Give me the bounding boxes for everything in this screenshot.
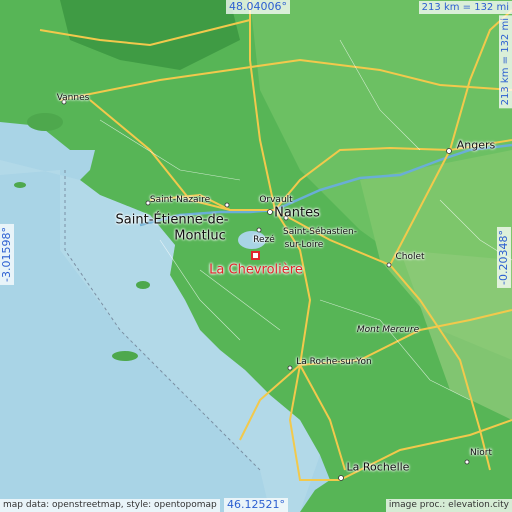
terrain-layer: [0, 0, 512, 512]
place-la-roche-sur-yon: La Roche-sur-Yon: [296, 357, 372, 367]
location-marker-icon: [251, 251, 260, 260]
place-la-rochelle: La Rochelle: [346, 460, 410, 474]
vertical-scale-label: 213 km = 132 mi: [499, 15, 512, 109]
image-processing-credit: image proc.: elevation.city: [385, 499, 512, 512]
place-saint-etienne-line-2: Montluc: [174, 228, 226, 244]
left-longitude-label: -3.01598°: [0, 224, 14, 285]
place-niort: Niort: [470, 448, 492, 458]
place-mont-mercure: Mont Mercure: [356, 325, 420, 335]
place-cholet: Cholet: [395, 252, 425, 262]
place-nantes: Nantes: [274, 205, 320, 221]
place-angers: Angers: [456, 138, 496, 152]
place-saint-etienne-line-1: Saint-Étienne-de-: [115, 212, 229, 228]
bottom-latitude-label: 46.12521°: [224, 498, 288, 512]
map-view[interactable]: Vannes Saint-Nazaire Saint-Étienne-de- M…: [0, 0, 512, 512]
place-vannes: Vannes: [56, 93, 90, 103]
place-saint-sebastien-line-2: sur-Loire: [284, 240, 324, 250]
place-saint-sebastien-line-1: Saint-Sébastien-: [283, 227, 357, 237]
map-data-credit: map data: openstreetmap, style: opentopo…: [0, 499, 220, 512]
place-saint-nazaire: Saint-Nazaire: [149, 195, 211, 205]
right-longitude-label: -0.20348°: [497, 227, 511, 288]
place-reze: Rezé: [253, 235, 275, 245]
horizontal-scale-label: 213 km = 132 mi: [418, 1, 512, 14]
top-latitude-label: 48.04006°: [226, 0, 290, 14]
place-orvault: Orvault: [259, 195, 293, 205]
location-marker-label: La Chevrolière: [209, 262, 303, 278]
